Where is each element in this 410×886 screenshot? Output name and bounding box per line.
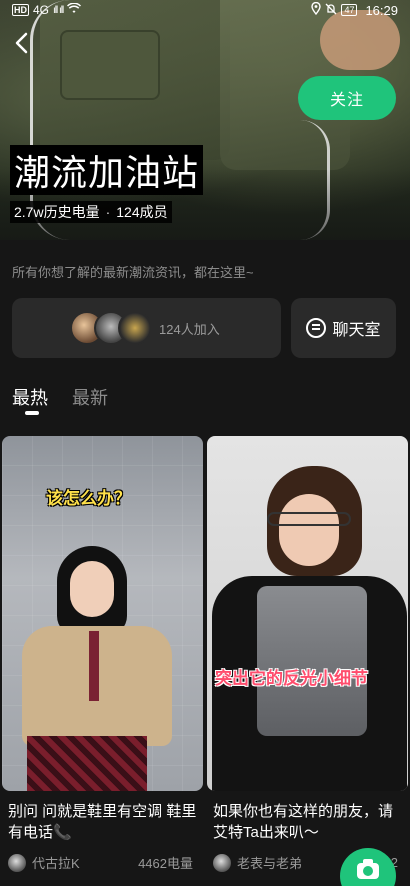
members-card[interactable]: 124人加入 [12, 298, 281, 358]
thumbnail-figure [279, 494, 339, 566]
mute-icon [325, 3, 337, 18]
tab-hot[interactable]: 最热 [12, 384, 48, 410]
avatar[interactable] [213, 853, 231, 872]
member-count: 124成员 [116, 204, 168, 220]
post-card[interactable]: 该怎么办？ 别问 问就是鞋里有空调 鞋里有电话📞 代古拉K 4462电量 [2, 436, 203, 872]
network-type: 4G [33, 3, 50, 17]
app-screen: HD 4G ıll ıll 47 16:29 关注 潮流加油站 2.7w历史电量… [0, 0, 410, 886]
post-title[interactable]: 如果你也有这样的朋友，请艾特Ta出来叭～ [207, 801, 408, 843]
post-meta: 代古拉K 4462电量 [2, 853, 203, 872]
author-name[interactable]: 代古拉K [32, 853, 138, 872]
group-stats: 2.7w历史电量 · 124成员 [10, 201, 172, 223]
chat-room-label: 聊天室 [332, 322, 381, 339]
chat-icon [306, 318, 327, 338]
status-right: 47 16:29 [311, 1, 398, 18]
group-title: 潮流加油站 [14, 153, 200, 194]
thumbnail-figure [89, 631, 99, 701]
clock: 16:29 [365, 2, 398, 18]
status-bar: HD 4G ıll ıll 47 16:29 [0, 0, 410, 20]
group-title-box: 潮流加油站 [10, 145, 204, 195]
location-icon [311, 1, 322, 18]
avatar [118, 311, 152, 345]
joined-count: 124人加入 [159, 322, 220, 337]
battery-icon: 47 [341, 4, 358, 16]
follow-button[interactable]: 关注 [298, 76, 396, 120]
history-power: 2.7w历史电量 [14, 204, 100, 220]
stats-separator: · [105, 204, 111, 220]
group-description: 所有你想了解的最新潮流资讯，都在这里~ [12, 265, 254, 280]
tab-latest[interactable]: 最新 [72, 384, 108, 410]
member-avatars [70, 311, 152, 345]
camera-icon [357, 859, 379, 879]
power-count: 4462电量 [138, 856, 193, 871]
post-card[interactable]: 突出它的反光小细节 如果你也有这样的朋友，请艾特Ta出来叭～ 老表与老弟 2 [207, 436, 408, 872]
thumbnail-figure [257, 586, 367, 736]
video-caption: 该怎么办？ [46, 489, 131, 508]
post-title[interactable]: 别问 问就是鞋里有空调 鞋里有电话📞 [2, 801, 203, 843]
chevron-left-icon [15, 32, 28, 54]
chat-room-button[interactable]: 聊天室 [291, 298, 396, 358]
signal-icon: ıll ıll [53, 4, 64, 16]
thumbnail-figure [27, 736, 147, 791]
thumbnail-figure [267, 512, 351, 526]
video-caption: 突出它的反光小细节 [215, 669, 368, 688]
back-button[interactable] [8, 30, 34, 56]
tab-indicator [25, 411, 39, 415]
feed-tabs: 最热 最新 [12, 384, 108, 410]
wifi-icon [67, 2, 82, 17]
thumbnail-figure [70, 561, 114, 617]
avatar[interactable] [8, 853, 26, 872]
post-thumbnail[interactable]: 该怎么办？ [2, 436, 203, 791]
post-thumbnail[interactable]: 突出它的反光小细节 [207, 436, 408, 791]
hd-badge: HD [12, 4, 29, 16]
status-left: HD 4G ıll ıll [12, 2, 82, 17]
